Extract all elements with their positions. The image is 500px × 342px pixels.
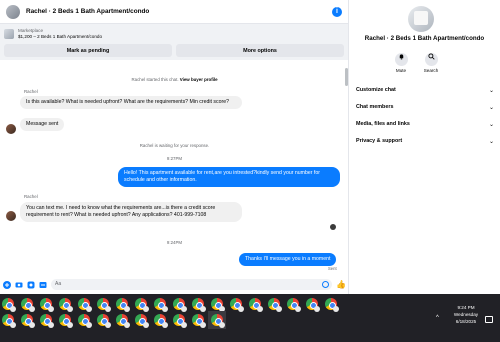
chrome-icon[interactable] (40, 298, 54, 312)
listing-title[interactable]: $1,200 – 2 Beds 1 Bath Apartment/condo (18, 34, 102, 40)
plus-icon[interactable] (3, 280, 11, 289)
message-input-placeholder: Aa (55, 281, 62, 287)
chrome-icon[interactable] (249, 298, 263, 312)
message-list: Rachel started this chat. View buyer pro… (0, 66, 349, 274)
chrome-icon[interactable] (268, 298, 282, 312)
chevron-down-icon: ⌄ (488, 88, 494, 94)
chrome-icon[interactable] (78, 314, 92, 328)
chrome-icon[interactable] (21, 314, 35, 328)
chat-title: Rachel · 2 Beds 1 Bath Apartment/condo (26, 8, 150, 15)
chrome-icon[interactable] (230, 298, 244, 312)
chat-column: Rachel · 2 Beds 1 Bath Apartment/condo i… (0, 0, 349, 294)
gif-icon[interactable] (39, 281, 47, 289)
sticker-icon[interactable] (27, 281, 35, 289)
section-label: Chat members (356, 104, 394, 110)
chrome-icon[interactable] (78, 298, 92, 312)
timestamp: 9:27PM (166, 156, 183, 161)
taskbar (0, 294, 500, 342)
chrome-icon[interactable] (192, 298, 206, 312)
waiting-notice: Rachel is waiting for your response. (139, 143, 210, 148)
chrome-icon[interactable] (116, 298, 130, 312)
outgoing-message[interactable]: Hello! This apartment available for rent… (118, 167, 340, 187)
avatar[interactable] (408, 6, 434, 32)
section-label: Customize chat (356, 87, 396, 93)
seen-indicator-icon (330, 224, 336, 230)
chat-started-notice: Rachel started this chat. View buyer pro… (0, 77, 349, 82)
mute-button[interactable]: Mute (393, 53, 409, 73)
notification-icon[interactable] (485, 316, 493, 323)
chrome-icon[interactable] (208, 311, 226, 329)
chrome-icon[interactable] (2, 298, 16, 312)
chat-started-text: Rachel started this chat. (131, 77, 179, 82)
info-icon[interactable]: i (332, 6, 342, 17)
sent-status: Sent (328, 266, 337, 271)
section-label: Media, files and links (356, 121, 410, 127)
view-buyer-profile-link[interactable]: View buyer profile (180, 77, 218, 82)
chrome-icon[interactable] (192, 314, 206, 328)
incoming-message[interactable]: Is this available? What is needed upfron… (20, 96, 242, 109)
camera-icon[interactable] (15, 281, 23, 289)
section-privacy-support[interactable]: Privacy & support ⌄ (356, 138, 494, 145)
marketplace-bar: Marketplace $1,200 – 2 Beds 1 Bath Apart… (0, 24, 348, 60)
avatar[interactable] (6, 124, 16, 134)
like-icon[interactable]: 👍 (336, 280, 346, 289)
sender-name: Rachel (24, 194, 38, 199)
clock-day: Wednesday (453, 312, 479, 317)
section-label: Privacy & support (356, 138, 403, 144)
search-button[interactable]: Search (423, 53, 439, 73)
incoming-message[interactable]: You can text me. I need to know what the… (20, 202, 242, 222)
chat-info-panel: Rachel · 2 Beds 1 Bath Apartment/condo M… (349, 0, 500, 294)
chrome-icon[interactable] (135, 298, 149, 312)
chrome-icon[interactable] (2, 314, 16, 328)
listing-thumbnail[interactable] (4, 28, 14, 39)
chat-header: Rachel · 2 Beds 1 Bath Apartment/condo i (0, 0, 348, 24)
chrome-icon[interactable] (287, 298, 301, 312)
incoming-message[interactable]: Message sent (20, 118, 65, 131)
chrome-icon[interactable] (21, 298, 35, 312)
chrome-icon[interactable] (59, 298, 73, 312)
bell-icon (394, 53, 408, 66)
section-chat-members[interactable]: Chat members ⌄ (356, 104, 494, 111)
clock[interactable]: 9:24 PM Wednesday 6/18/2025 (448, 304, 484, 325)
chrome-icon[interactable] (40, 314, 54, 328)
chrome-icon[interactable] (116, 314, 130, 328)
chrome-icon[interactable] (97, 298, 111, 312)
emoji-icon[interactable] (322, 281, 330, 288)
timestamp: 9:24PM (166, 240, 183, 245)
search-label: Search (423, 68, 439, 73)
chrome-icon[interactable] (59, 314, 73, 328)
section-media-files-links[interactable]: Media, files and links ⌄ (356, 121, 494, 128)
more-options-button[interactable]: More options (176, 44, 344, 57)
chrome-icon[interactable] (306, 298, 320, 312)
chrome-icon[interactable] (154, 314, 168, 328)
clock-time: 9:24 PM (457, 305, 475, 310)
section-customize-chat[interactable]: Customize chat ⌄ (356, 87, 494, 94)
clock-date: 6/18/2025 (455, 319, 477, 324)
search-icon (424, 53, 438, 66)
chrome-icon[interactable] (97, 314, 111, 328)
panel-title: Rachel · 2 Beds 1 Bath Apartment/condo (364, 35, 485, 42)
outgoing-message[interactable]: Thanks I'll message you in a moment (239, 253, 337, 266)
chevron-up-icon[interactable]: ^ (436, 315, 439, 321)
chrome-icon[interactable] (135, 314, 149, 328)
sender-name: Rachel (24, 89, 38, 94)
mute-label: Mute (395, 68, 407, 73)
chevron-down-icon: ⌄ (488, 105, 494, 111)
chrome-icon[interactable] (325, 298, 339, 312)
messenger-window: Rachel · 2 Beds 1 Bath Apartment/condo i… (0, 0, 500, 294)
chrome-icon[interactable] (173, 298, 187, 312)
chrome-icon[interactable] (154, 298, 168, 312)
composer: Aa 👍 (0, 277, 349, 292)
chrome-icon[interactable] (211, 298, 225, 312)
message-input[interactable]: Aa (51, 279, 333, 290)
mark-as-pending-button[interactable]: Mark as pending (4, 44, 172, 57)
avatar[interactable] (6, 211, 16, 221)
chevron-down-icon: ⌄ (488, 122, 494, 128)
chrome-icon[interactable] (173, 314, 187, 328)
chevron-down-icon: ⌄ (488, 139, 494, 145)
avatar[interactable] (6, 4, 20, 19)
panel-actions: Mute Search (393, 53, 439, 73)
